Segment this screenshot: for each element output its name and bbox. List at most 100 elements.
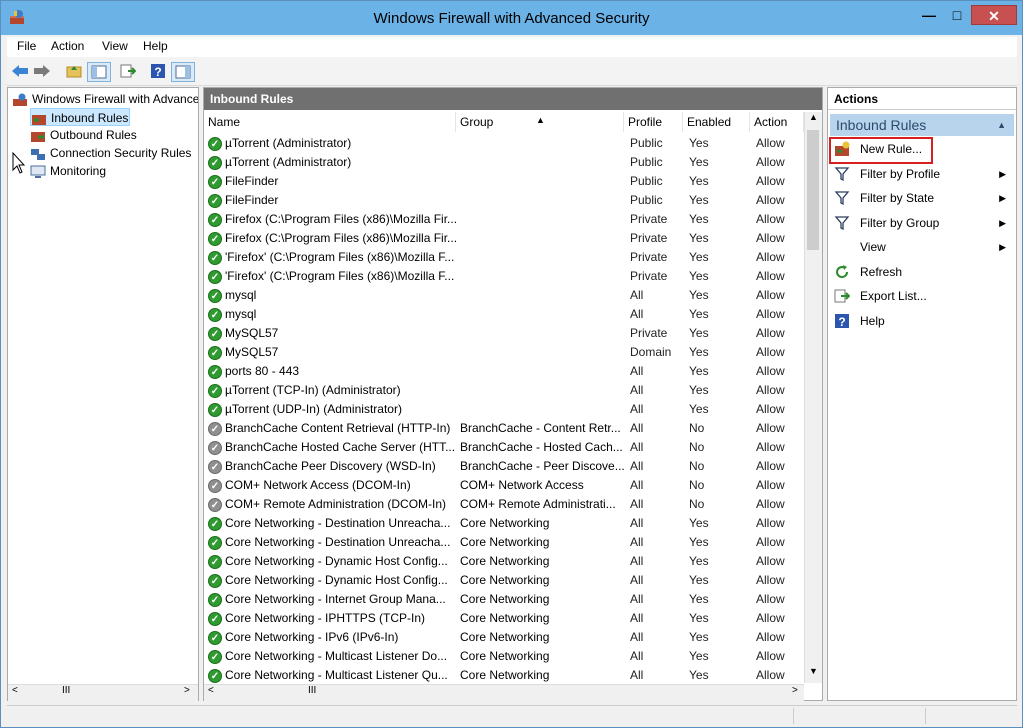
submenu-arrow-icon: ▶ <box>999 242 1006 252</box>
table-row[interactable]: ✓ Core Networking - Multicast Listener Do… <box>204 647 804 666</box>
action-filter-by-profile[interactable]: Filter by Profile ▶ <box>828 163 1014 185</box>
table-row[interactable]: ✓ Core Networking - IPv6 (IPv6-In) Core Ne… <box>204 628 804 647</box>
help-icon[interactable]: ? <box>149 62 167 80</box>
title-bar[interactable]: Windows Firewall with Advanced Security … <box>1 1 1022 35</box>
cell-group-text: Core Networking <box>460 668 550 682</box>
action-export-list[interactable]: Export List... <box>828 285 1014 307</box>
scroll-left-icon[interactable]: < <box>208 685 214 696</box>
scroll-right-icon[interactable]: > <box>184 685 190 696</box>
cell-enabled: No <box>689 438 745 457</box>
export-list-icon <box>834 288 851 304</box>
cell-group-text: Core Networking <box>460 592 550 606</box>
table-row[interactable]: ✓ Core Networking - Internet Group Mana..… <box>204 590 804 609</box>
minimize-button[interactable]: — <box>915 5 943 25</box>
table-row[interactable]: ✓ BranchCache Hosted Cache Server (HTT...… <box>204 438 804 457</box>
action-refresh[interactable]: Refresh <box>828 261 1014 283</box>
cell-enabled: Yes <box>689 172 745 191</box>
cell-group-text: Core Networking <box>460 535 550 549</box>
cell-profile: All <box>630 609 680 628</box>
table-row[interactable]: ✓ Core Networking - Destination Unreacha.… <box>204 533 804 552</box>
table-row[interactable]: ✓ BranchCache Peer Discovery (WSD-In) Bran… <box>204 457 804 476</box>
table-row[interactable]: ✓ Core Networking - Destination Unreacha.… <box>204 514 804 533</box>
table-row[interactable]: ✓ mysql All Yes Allow <box>204 305 804 324</box>
scroll-down-icon[interactable]: ▼ <box>809 666 818 676</box>
table-row[interactable]: ✓ FileFinder Public Yes Allow <box>204 172 804 191</box>
cell-profile: Private <box>630 267 680 286</box>
tree-item-outbound-rules[interactable]: Outbound Rules <box>30 126 198 144</box>
tree-root[interactable]: Windows Firewall with Advance <box>12 90 198 108</box>
action-filter-by-state[interactable]: Filter by State ▶ <box>828 187 1014 209</box>
action-help[interactable]: ? Help <box>828 310 1014 332</box>
table-row[interactable]: ✓ µTorrent (TCP-In) (Administrator) All Yes… <box>204 381 804 400</box>
show-hide-tree-icon[interactable] <box>87 62 111 82</box>
column-header-name[interactable]: Name <box>204 112 456 132</box>
column-header-enabled[interactable]: Enabled <box>683 112 750 132</box>
table-row[interactable]: ✓ MySQL57 Domain Yes Allow <box>204 343 804 362</box>
table-row[interactable]: ✓ µTorrent (UDP-In) (Administrator) All Yes… <box>204 400 804 419</box>
table-row[interactable]: ✓ Firefox (C:\Program Files (x86)\Mozilla… <box>204 210 804 229</box>
maximize-button[interactable]: □ <box>943 5 971 25</box>
action-filter-by-group[interactable]: Filter by Group ▶ <box>828 212 1014 234</box>
tree-item-monitoring[interactable]: Monitoring <box>30 162 198 180</box>
table-row[interactable]: ✓ Core Networking - Dynamic Host Config..… <box>204 552 804 571</box>
table-row[interactable]: ✓ Firefox (C:\Program Files (x86)\Mozilla… <box>204 229 804 248</box>
export-icon[interactable] <box>119 62 137 80</box>
table-row[interactable]: ✓ MySQL57 Private Yes Allow <box>204 324 804 343</box>
rule-disabled-icon: ✓ <box>208 497 222 512</box>
cell-name-text: µTorrent (UDP-In) (Administrator) <box>225 402 402 416</box>
column-header-group[interactable]: Group ▲ <box>456 112 624 132</box>
table-row[interactable]: ✓ 'Firefox' (C:\Program Files (x86)\Mozil… <box>204 248 804 267</box>
table-row[interactable]: ✓ Core Networking - Dynamic Host Config..… <box>204 571 804 590</box>
tree-item-connection-security-rules[interactable]: Connection Security Rules <box>30 144 198 162</box>
table-row[interactable]: ✓ BranchCache Content Retrieval (HTTP-In)… <box>204 419 804 438</box>
cell-action: Allow <box>756 457 804 476</box>
forward-icon[interactable] <box>33 62 51 80</box>
tree-item-label: Outbound Rules <box>50 128 137 142</box>
scroll-thumb[interactable] <box>807 130 819 250</box>
scroll-left-icon[interactable]: < <box>12 685 18 696</box>
rule-enabled-icon: ✓ <box>208 516 222 531</box>
rules-horizontal-scrollbar[interactable]: < III > <box>204 684 804 701</box>
tree-horizontal-scrollbar[interactable]: < III > <box>8 684 198 701</box>
up-folder-icon[interactable] <box>65 62 83 80</box>
cell-name: ✓ µTorrent (Administrator) <box>208 134 456 153</box>
table-row[interactable]: ✓ 'Firefox' (C:\Program Files (x86)\Mozil… <box>204 267 804 286</box>
cell-enabled-text: Yes <box>689 649 709 663</box>
menu-view[interactable]: View <box>102 39 128 53</box>
column-header-profile[interactable]: Profile <box>624 112 683 132</box>
show-hide-action-icon[interactable] <box>171 62 195 82</box>
scroll-thumb-grip[interactable]: III <box>62 685 70 696</box>
mouse-cursor-icon <box>12 152 26 174</box>
menu-help[interactable]: Help <box>143 39 168 53</box>
menu-action[interactable]: Action <box>51 39 84 53</box>
scroll-thumb-grip[interactable]: III <box>308 685 316 696</box>
table-row[interactable]: ✓ Core Networking - IPHTTPS (TCP-In) Core … <box>204 609 804 628</box>
table-row[interactable]: ✓ µTorrent (Administrator) Public Yes Allow <box>204 134 804 153</box>
table-row[interactable]: ✓ COM+ Remote Administration (DCOM-In) COM… <box>204 495 804 514</box>
rule-enabled-icon: ✓ <box>208 573 222 588</box>
back-icon[interactable] <box>11 62 29 80</box>
cell-enabled-text: Yes <box>689 174 709 188</box>
table-row[interactable]: ✓ ports 80 - 443 All Yes Allow <box>204 362 804 381</box>
cell-enabled: No <box>689 457 745 476</box>
tree-item-inbound-rules[interactable]: Inbound Rules <box>30 108 130 126</box>
actions-section-inbound-rules[interactable]: Inbound Rules ▲ <box>830 114 1014 136</box>
cell-action: Allow <box>756 381 804 400</box>
action-view[interactable]: View ▶ <box>828 236 1014 258</box>
close-button[interactable]: ✕ <box>971 5 1017 25</box>
menu-file[interactable]: File <box>17 39 36 53</box>
cell-group: BranchCache - Peer Discove... <box>460 457 624 476</box>
column-header-action[interactable]: Action <box>750 112 804 132</box>
scroll-right-icon[interactable]: > <box>792 685 798 696</box>
cell-name: ✓ Core Networking - Dynamic Host Config..… <box>208 571 456 590</box>
scroll-up-icon[interactable]: ▲ <box>809 112 818 122</box>
table-row[interactable]: ✓ COM+ Network Access (DCOM-In) COM+ Netwo… <box>204 476 804 495</box>
table-row[interactable]: ✓ Core Networking - Multicast Listener Qu… <box>204 666 804 685</box>
table-row[interactable]: ✓ FileFinder Public Yes Allow <box>204 191 804 210</box>
table-row[interactable]: ✓ mysql All Yes Allow <box>204 286 804 305</box>
cell-profile: All <box>630 362 680 381</box>
collapse-icon[interactable]: ▲ <box>997 114 1006 136</box>
table-row[interactable]: ✓ µTorrent (Administrator) Public Yes Allow <box>204 153 804 172</box>
cell-profile-text: Public <box>630 174 663 188</box>
rules-vertical-scrollbar[interactable]: ▲ ▼ <box>804 112 822 683</box>
